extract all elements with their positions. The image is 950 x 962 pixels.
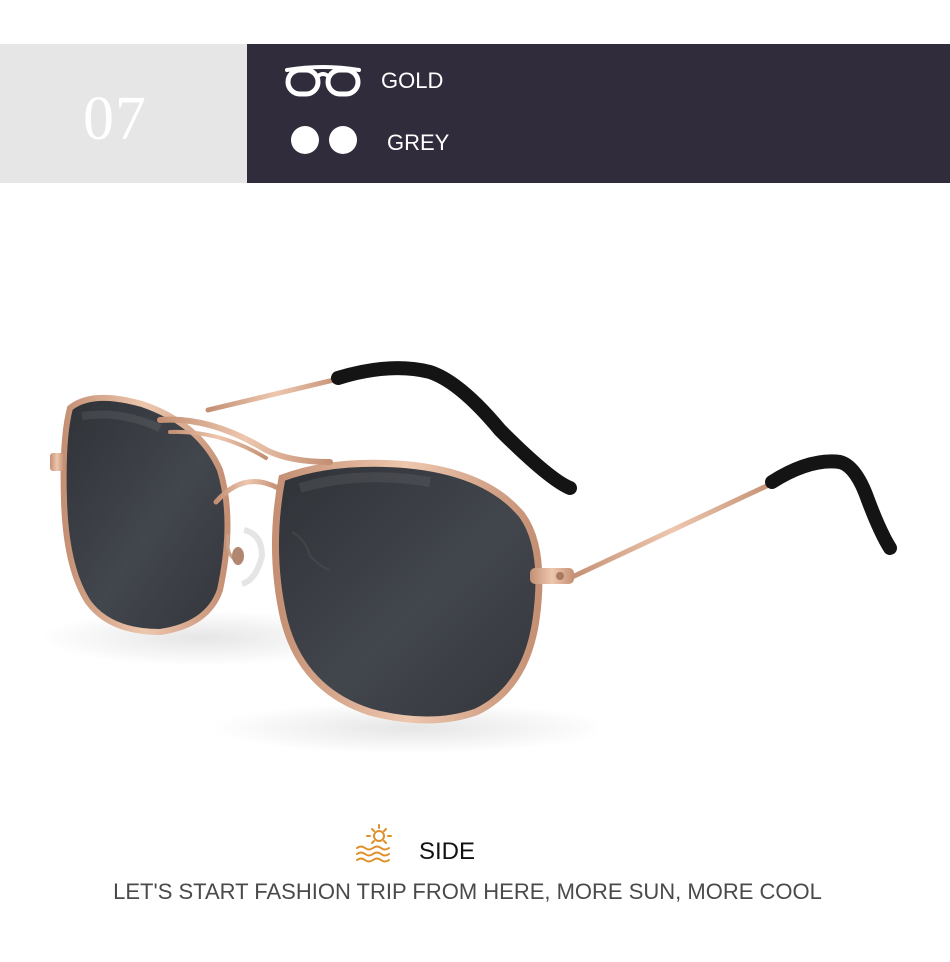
header-banner: 07 GOLD GREY [0, 44, 950, 183]
lens-color-label: GREY [387, 130, 450, 155]
item-number: 07 [83, 85, 147, 153]
section-title: SIDE [419, 838, 476, 865]
frame-glasses-icon [285, 65, 361, 97]
item-number-panel: 07 [0, 44, 247, 183]
sun-over-water-icon [356, 824, 392, 863]
lens-circles-icon [291, 126, 357, 154]
tagline: LET'S START FASHION TRIP FROM HERE, MORE… [113, 879, 822, 904]
frame-color-label: GOLD [381, 68, 444, 93]
color-options-panel: GOLD GREY [247, 44, 950, 183]
aviator-sunglasses-image [40, 361, 897, 754]
